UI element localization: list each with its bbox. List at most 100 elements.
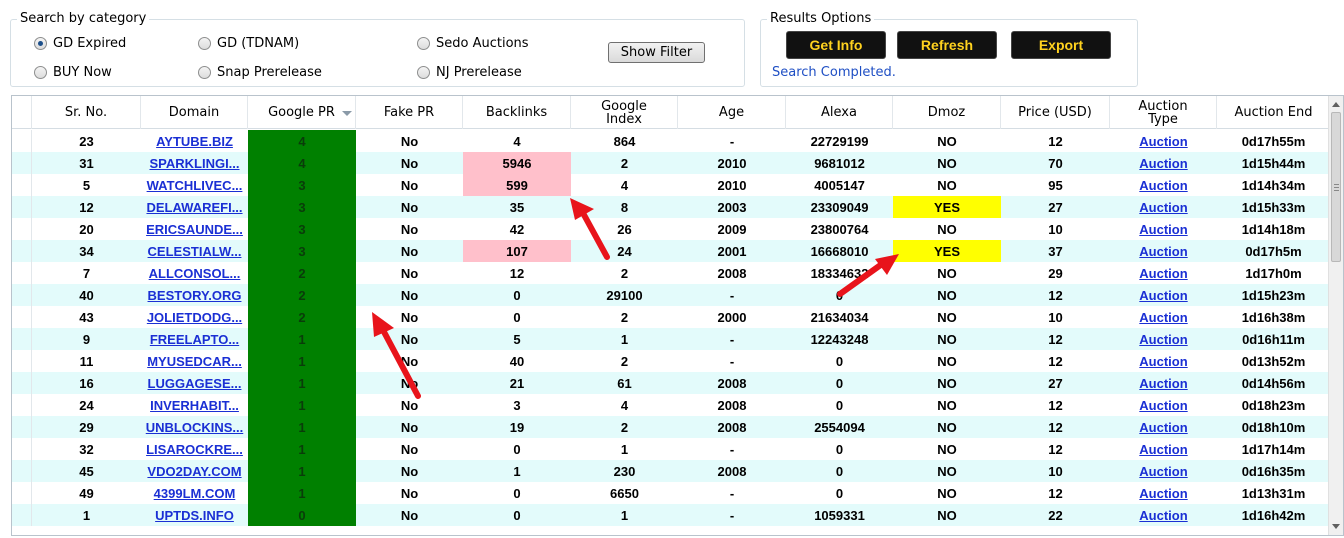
table-row[interactable]: 5 WATCHLIVEC... 3 No 599 4 2010 4005147 NO 95 Auct…	[12, 174, 1330, 196]
cell-domain[interactable]: LUGGAGESE...	[141, 372, 248, 394]
table-row[interactable]: 11 MYUSEDCAR... 1 No 40 2 - 0 NO 12 Auction 0d13h52…	[12, 350, 1330, 372]
cell-auction-type[interactable]: Auction	[1110, 130, 1217, 152]
cell-domain[interactable]: ALLCONSOL...	[141, 262, 248, 284]
cell-domain[interactable]: MYUSEDCAR...	[141, 350, 248, 372]
get-info-button[interactable]: Get Info	[786, 31, 886, 59]
column-header-alexa[interactable]: Alexa	[786, 96, 893, 129]
table-row[interactable]: 45 VDO2DAY.COM 1 No 1 230 2008 0 NO 10 Auction 0d16…	[12, 460, 1330, 482]
row-selector[interactable]	[12, 130, 32, 152]
column-header-google-index[interactable]: Google Index	[571, 96, 678, 129]
table-row[interactable]: 12 DELAWAREFI... 3 No 35 8 2003 23309049 YES 27 Au…	[12, 196, 1330, 218]
radio-gd-tdnam[interactable]: GD (TDNAM)	[198, 36, 299, 51]
table-row[interactable]: 40 BESTORY.ORG 2 No 0 29100 - 0 NO 12 Auction 1d15h…	[12, 284, 1330, 306]
row-selector[interactable]	[12, 174, 32, 196]
column-header-auction-end[interactable]: Auction End	[1217, 96, 1330, 129]
row-selector[interactable]	[12, 504, 32, 526]
radio-snap-prerelease[interactable]: Snap Prerelease	[198, 65, 322, 80]
row-selector[interactable]	[12, 240, 32, 262]
radio-buy-now[interactable]: BUY Now	[34, 65, 112, 80]
cell-domain[interactable]: VDO2DAY.COM	[141, 460, 248, 482]
table-row[interactable]: 16 LUGGAGESE... 1 No 21 61 2008 0 NO 27 Auction 0d1…	[12, 372, 1330, 394]
column-header-age[interactable]: Age	[678, 96, 786, 129]
cell-auction-type[interactable]: Auction	[1110, 218, 1217, 240]
cell-domain[interactable]: UPTDS.INFO	[141, 504, 248, 526]
cell-auction-type[interactable]: Auction	[1110, 350, 1217, 372]
cell-domain[interactable]: DELAWAREFI...	[141, 196, 248, 218]
cell-domain[interactable]: FREELAPTO...	[141, 328, 248, 350]
row-selector[interactable]	[12, 284, 32, 306]
column-header-fake-pr[interactable]: Fake PR	[356, 96, 463, 129]
table-row[interactable]: 9 FREELAPTO... 1 No 5 1-12243248 NO 12 Auction 0d…	[12, 328, 1330, 350]
column-header-auction-type[interactable]: Auction Type	[1110, 96, 1217, 129]
cell-domain[interactable]: ERICSAUNDE...	[141, 218, 248, 240]
table-row[interactable]: 23 AYTUBE.BIZ 4 No 4 864-22729199 NO 12 Auction 0…	[12, 130, 1330, 152]
vertical-scrollbar[interactable]	[1328, 96, 1343, 535]
table-row[interactable]: 7 ALLCONSOL... 2 No 12 2 2008 18334632 NO 29 Aucti…	[12, 262, 1330, 284]
cell-auction-type[interactable]: Auction	[1110, 328, 1217, 350]
row-selector[interactable]	[12, 438, 32, 460]
cell-auction-type[interactable]: Auction	[1110, 262, 1217, 284]
cell-auction-type[interactable]: Auction	[1110, 504, 1217, 526]
cell-domain[interactable]: 4399LM.COM	[141, 482, 248, 504]
cell-auction-type[interactable]: Auction	[1110, 438, 1217, 460]
cell-domain[interactable]: LISAROCKRE...	[141, 438, 248, 460]
radio-gd-expired[interactable]: GD Expired	[34, 36, 126, 51]
column-header-dmoz[interactable]: Dmoz	[893, 96, 1001, 129]
row-selector[interactable]	[12, 328, 32, 350]
grip-line	[1334, 187, 1339, 188]
cell-auction-type[interactable]: Auction	[1110, 240, 1217, 262]
cell-auction-type[interactable]: Auction	[1110, 284, 1217, 306]
row-selector[interactable]	[12, 416, 32, 438]
show-filter-button[interactable]: Show Filter	[608, 42, 705, 63]
row-selector[interactable]	[12, 350, 32, 372]
row-selector[interactable]	[12, 262, 32, 284]
table-row[interactable]: 31 SPARKLINGI... 4 No 5946 2 2010 9681012 NO 70 Au…	[12, 152, 1330, 174]
scroll-down-icon[interactable]	[1332, 524, 1340, 529]
scroll-up-icon[interactable]	[1332, 102, 1340, 107]
cell-fake-pr: No	[400, 177, 419, 193]
cell-domain[interactable]: WATCHLIVEC...	[141, 174, 248, 196]
row-selector[interactable]	[12, 306, 32, 328]
row-selector[interactable]	[12, 394, 32, 416]
cell-domain[interactable]: SPARKLINGI...	[141, 152, 248, 174]
cell-auction-type[interactable]: Auction	[1110, 482, 1217, 504]
cell-auction-type[interactable]: Auction	[1110, 174, 1217, 196]
cell-auction-type[interactable]: Auction	[1110, 372, 1217, 394]
cell-auction-type[interactable]: Auction	[1110, 416, 1217, 438]
row-selector[interactable]	[12, 460, 32, 482]
cell-domain[interactable]: INVERHABIT...	[141, 394, 248, 416]
row-selector[interactable]	[12, 152, 32, 174]
export-button[interactable]: Export	[1011, 31, 1111, 59]
table-row[interactable]: 20 ERICSAUNDE... 3 No 42 26 2009 23800764 NO 10 Au…	[12, 218, 1330, 240]
cell-domain[interactable]: CELESTIALW...	[141, 240, 248, 262]
table-row[interactable]: 29 UNBLOCKINS... 1 No 19 2 2008 2554094 NO 12 Auct…	[12, 416, 1330, 438]
cell-auction-type[interactable]: Auction	[1110, 460, 1217, 482]
row-selector[interactable]	[12, 196, 32, 218]
row-selector[interactable]	[12, 482, 32, 504]
cell-auction-type[interactable]: Auction	[1110, 306, 1217, 328]
radio-nj-prerelease[interactable]: NJ Prerelease	[417, 65, 522, 80]
row-selector[interactable]	[12, 372, 32, 394]
cell-auction-type[interactable]: Auction	[1110, 152, 1217, 174]
cell-domain[interactable]: AYTUBE.BIZ	[141, 130, 248, 152]
scrollbar-thumb[interactable]	[1331, 112, 1341, 262]
cell-auction-type[interactable]: Auction	[1110, 394, 1217, 416]
row-selector[interactable]	[12, 218, 32, 240]
cell-domain[interactable]: UNBLOCKINS...	[141, 416, 248, 438]
radio-sedo-auctions[interactable]: Sedo Auctions	[417, 36, 529, 51]
table-row[interactable]: 43 JOLIETDODG... 2 No 0 2 2000 21634034 NO 10 Auct…	[12, 306, 1330, 328]
column-header-google-pr[interactable]: Google PR	[248, 96, 356, 129]
table-row[interactable]: 32 LISAROCKRE... 1 No 0 1-0 NO 12 Auction 1d17h14…	[12, 438, 1330, 460]
refresh-button[interactable]: Refresh	[897, 31, 997, 59]
cell-domain[interactable]: BESTORY.ORG	[141, 284, 248, 306]
column-header-price[interactable]: Price (USD)	[1001, 96, 1110, 129]
column-header-sr-no[interactable]: Sr. No.	[32, 96, 141, 129]
column-header-backlinks[interactable]: Backlinks	[463, 96, 571, 129]
cell-domain[interactable]: JOLIETDODG...	[141, 306, 248, 328]
cell-auction-type[interactable]: Auction	[1110, 196, 1217, 218]
table-row[interactable]: 34 CELESTIALW... 3 No 107 24 2001 16668010 YES 37…	[12, 240, 1330, 262]
table-row[interactable]: 24 INVERHABIT... 1 No 3 4 2008 0 NO 12 Auction 0d18…	[12, 394, 1330, 416]
table-row[interactable]: 1 UPTDS.INFO 0 No 0 1-1059331 NO 22 Auction 1d16h…	[12, 504, 1330, 526]
column-header-domain[interactable]: Domain	[141, 96, 248, 129]
table-row[interactable]: 49 4399LM.COM 1 No 0 6650 - 0 NO 12 Auction 1d13h31…	[12, 482, 1330, 504]
